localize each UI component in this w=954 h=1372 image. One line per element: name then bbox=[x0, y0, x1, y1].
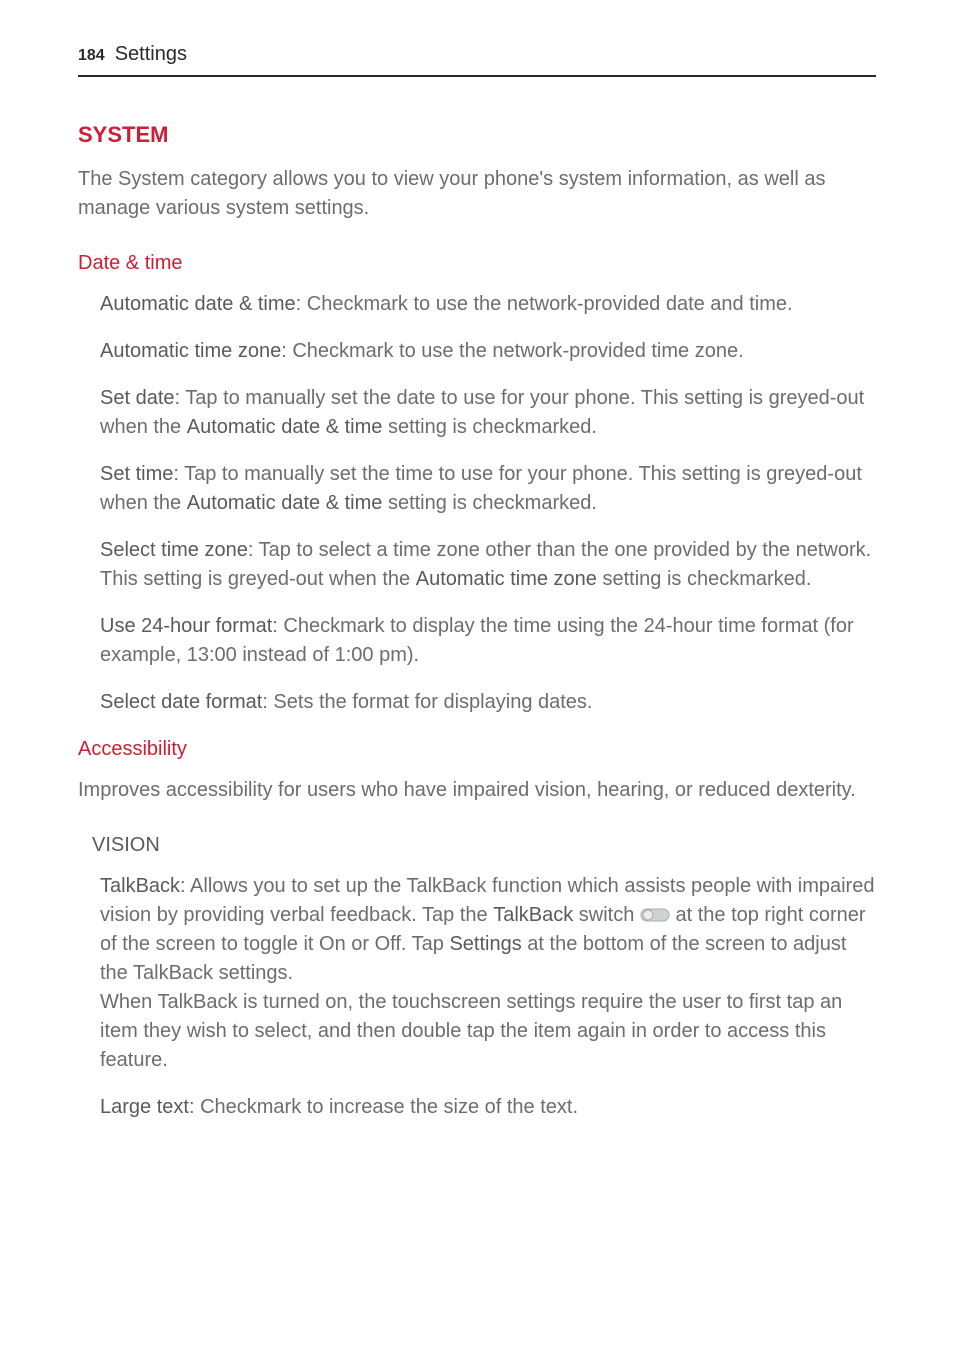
date-time-heading: Date & time bbox=[78, 249, 876, 278]
large-text-term: Large text bbox=[100, 1096, 189, 1118]
auto-date-entry: Automatic date & time: Checkmark to use … bbox=[100, 290, 876, 319]
set-time-entry: Set time: Tap to manually set the time t… bbox=[100, 460, 876, 518]
auto-tz-term: Automatic time zone bbox=[100, 340, 281, 362]
page-header: 184 Settings bbox=[78, 40, 876, 77]
system-intro: The System category allows you to view y… bbox=[78, 165, 876, 223]
system-heading: SYSTEM bbox=[78, 119, 876, 151]
page-title: Settings bbox=[115, 40, 187, 69]
set-time-term: Set time bbox=[100, 463, 173, 485]
large-text-text: : Checkmark to increase the size of the … bbox=[189, 1096, 578, 1118]
date-format-text: : Sets the format for displaying dates. bbox=[262, 691, 592, 713]
auto-date-term: Automatic date & time bbox=[100, 293, 296, 315]
date-format-entry: Select date format: Sets the format for … bbox=[100, 688, 876, 717]
auto-tz-text: : Checkmark to use the network-provided … bbox=[281, 340, 743, 362]
accessibility-intro: Improves accessibility for users who hav… bbox=[78, 776, 876, 805]
talkback-entry: TalkBack: Allows you to set up the TalkB… bbox=[100, 872, 876, 1075]
date-format-term: Select date format bbox=[100, 691, 262, 713]
select-tz-term: Select time zone bbox=[100, 539, 248, 561]
talkback-para2: When TalkBack is turned on, the touchscr… bbox=[100, 991, 842, 1071]
auto-tz-entry: Automatic time zone: Checkmark to use th… bbox=[100, 337, 876, 366]
auto-date-text: : Checkmark to use the network-provided … bbox=[296, 293, 793, 315]
select-tz-text-b: setting is checkmarked. bbox=[597, 568, 812, 590]
select-tz-bold: Automatic time zone bbox=[416, 568, 597, 590]
hour24-term: Use 24-hour format bbox=[100, 615, 272, 637]
vision-label: VISION bbox=[92, 831, 876, 860]
large-text-entry: Large text: Checkmark to increase the si… bbox=[100, 1093, 876, 1122]
talkback-bold-b: Settings bbox=[449, 933, 521, 955]
talkback-text-b: switch bbox=[573, 904, 640, 926]
set-date-entry: Set date: Tap to manually set the date t… bbox=[100, 384, 876, 442]
set-date-text-b: setting is checkmarked. bbox=[382, 416, 597, 438]
toggle-switch-icon bbox=[640, 908, 670, 922]
hour24-entry: Use 24-hour format: Checkmark to display… bbox=[100, 612, 876, 670]
set-time-bold: Automatic date & time bbox=[187, 492, 383, 514]
set-time-text-b: setting is checkmarked. bbox=[382, 492, 597, 514]
page-number: 184 bbox=[78, 44, 105, 67]
set-date-term: Set date bbox=[100, 387, 175, 409]
select-tz-entry: Select time zone: Tap to select a time z… bbox=[100, 536, 876, 594]
talkback-bold-a: TalkBack bbox=[493, 904, 573, 926]
accessibility-heading: Accessibility bbox=[78, 735, 876, 764]
talkback-term: TalkBack bbox=[100, 875, 180, 897]
set-date-bold: Automatic date & time bbox=[187, 416, 383, 438]
